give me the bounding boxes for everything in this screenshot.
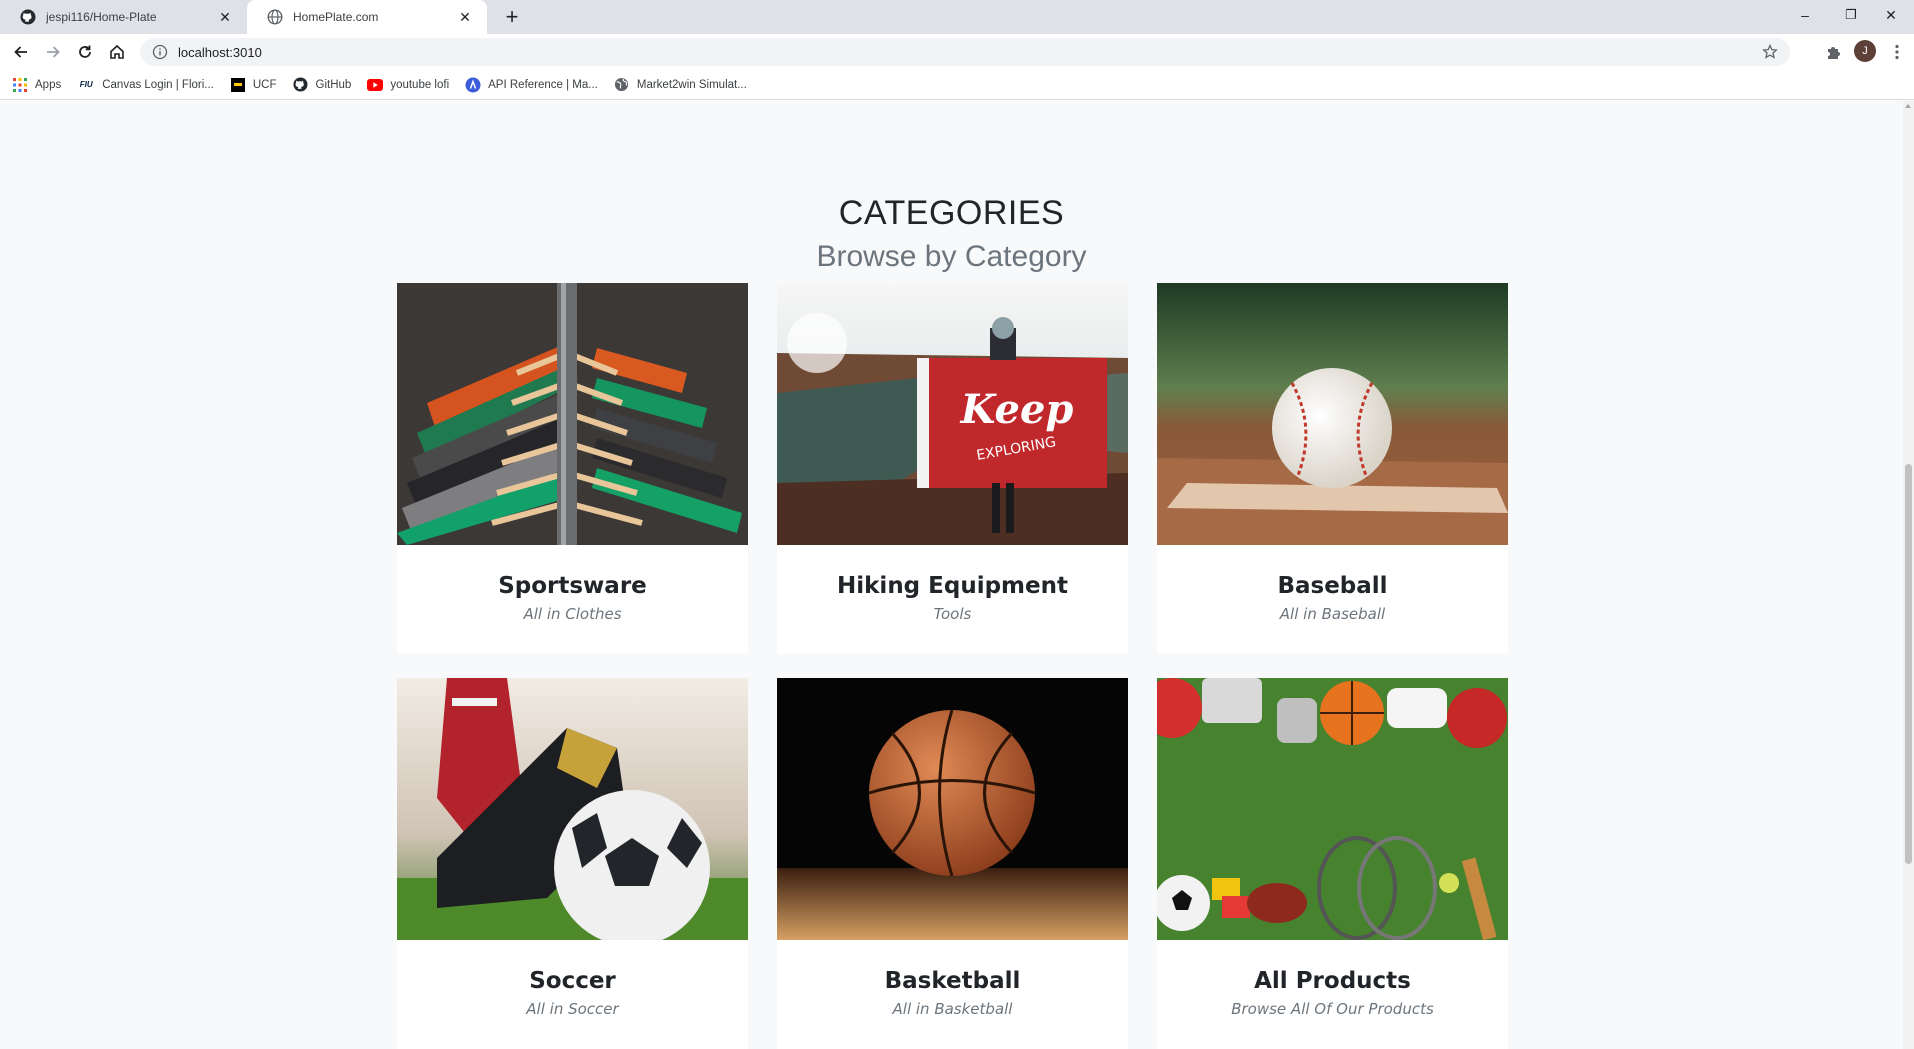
category-subtitle: All in Soccer (526, 1000, 619, 1018)
close-tab-icon[interactable]: ✕ (217, 9, 233, 25)
category-subtitle: All in Baseball (1279, 605, 1386, 623)
address-bar[interactable]: localhost:3010 (140, 38, 1790, 66)
bookmark-ucf[interactable]: UCF (230, 77, 277, 93)
page-title: CATEGORIES (838, 194, 1065, 232)
tab-homeplate[interactable]: HomePlate.com ✕ (247, 0, 487, 34)
bookmark-api-reference[interactable]: API Reference | Ma... (465, 77, 598, 93)
bookmark-canvas[interactable]: FIU Canvas Login | Flori... (77, 77, 214, 93)
tab-title: HomePlate.com (293, 10, 379, 24)
page-scrollbar[interactable] (1903, 101, 1914, 1049)
bookmark-market2win[interactable]: Market2win Simulat... (614, 77, 747, 93)
category-subtitle: All in Clothes (523, 605, 622, 623)
api-icon (465, 77, 481, 93)
youtube-icon (367, 77, 384, 93)
baseball-image (1157, 283, 1508, 545)
globe-icon (267, 9, 283, 25)
fiu-icon: FIU (79, 80, 93, 89)
reload-icon (79, 45, 91, 58)
basketball-image (777, 678, 1128, 940)
new-tab-button[interactable]: + (500, 6, 524, 30)
browser-toolbar: localhost:3010 (0, 34, 1914, 70)
home-button[interactable] (104, 39, 130, 65)
category-name: Hiking Equipment (837, 573, 1068, 599)
bookmark-github[interactable]: GitHub (293, 77, 352, 93)
forward-button[interactable] (40, 39, 66, 65)
tab-github-repo[interactable]: jespi116/Home-Plate ✕ (0, 0, 247, 34)
scroll-up-arrow-icon[interactable] (1905, 104, 1911, 108)
category-card-baseball[interactable]: Baseball All in Baseball (1157, 283, 1508, 654)
sports-equipment-image (1157, 678, 1508, 940)
soccer-ball-image (397, 678, 748, 940)
bookmark-youtube[interactable]: youtube lofi (367, 77, 449, 93)
home-icon (110, 44, 124, 59)
close-window-button[interactable]: ✕ (1868, 0, 1914, 30)
bookmark-apps[interactable]: Apps (12, 77, 61, 93)
category-card-all-products[interactable]: All Products Browse All Of Our Products (1157, 678, 1508, 1049)
bookmark-label: API Reference | Ma... (488, 78, 598, 91)
bookmark-label: Apps (35, 78, 62, 91)
category-name: Basketball (884, 968, 1021, 994)
page-content: CATEGORIES Browse by Category Sportsware… (0, 101, 1914, 1049)
category-name: All Products (1254, 968, 1411, 994)
close-tab-icon[interactable]: ✕ (457, 9, 473, 25)
kebab-menu-icon (1895, 44, 1899, 60)
category-card-hiking-equipment[interactable]: Keep EXPLORING Hiking Equipment Tools (777, 283, 1128, 654)
profile-avatar[interactable]: J (1854, 40, 1876, 62)
globe-icon (614, 77, 630, 93)
reload-button[interactable] (72, 39, 98, 65)
category-subtitle: All in Basketball (892, 1000, 1013, 1018)
category-subtitle: Tools (933, 605, 972, 623)
bookmark-label: UCF (252, 78, 277, 91)
forward-arrow-icon (47, 46, 60, 58)
back-button[interactable] (8, 39, 34, 65)
page-subtitle: Browse by Category (816, 240, 1087, 273)
category-card-basketball[interactable]: Basketball All in Basketball (777, 678, 1128, 1049)
menu-button[interactable] (1886, 41, 1908, 63)
tab-title: jespi116/Home-Plate (46, 10, 157, 24)
apps-grid-icon (12, 77, 28, 93)
puzzle-icon (1828, 47, 1840, 59)
ucf-icon (230, 77, 246, 93)
flag-text-keep: Keep (960, 386, 1074, 433)
back-arrow-icon (14, 46, 27, 58)
category-name: Baseball (1277, 573, 1388, 599)
bookmark-star-icon[interactable] (1762, 44, 1778, 60)
category-subtitle: Browse All Of Our Products (1231, 1000, 1434, 1018)
clothes-rack-image (397, 283, 748, 545)
category-card-soccer[interactable]: Soccer All in Soccer (397, 678, 748, 1049)
tab-strip: jespi116/Home-Plate ✕ HomePlate.com ✕ + … (0, 0, 1914, 34)
github-icon (20, 9, 36, 25)
category-name: Sportsware (498, 573, 647, 599)
bookmark-label: Market2win Simulat... (636, 78, 747, 91)
bookmark-label: Canvas Login | Flori... (102, 78, 214, 91)
category-card-sportsware[interactable]: Sportsware All in Clothes (397, 283, 748, 654)
bookmark-label: GitHub (315, 78, 352, 91)
minimize-button[interactable]: – (1782, 0, 1828, 30)
github-icon (293, 77, 309, 93)
bookmarks-bar: Apps FIU Canvas Login | Flori... UCF Git… (0, 70, 1914, 100)
info-icon (152, 44, 168, 60)
url-text: localhost:3010 (178, 44, 262, 60)
extensions-button[interactable] (1822, 41, 1844, 63)
bookmark-label: youtube lofi (390, 78, 450, 91)
hiker-flag-image: Keep EXPLORING (777, 283, 1128, 545)
scrollbar-thumb[interactable] (1905, 464, 1912, 864)
category-name: Soccer (529, 968, 616, 994)
